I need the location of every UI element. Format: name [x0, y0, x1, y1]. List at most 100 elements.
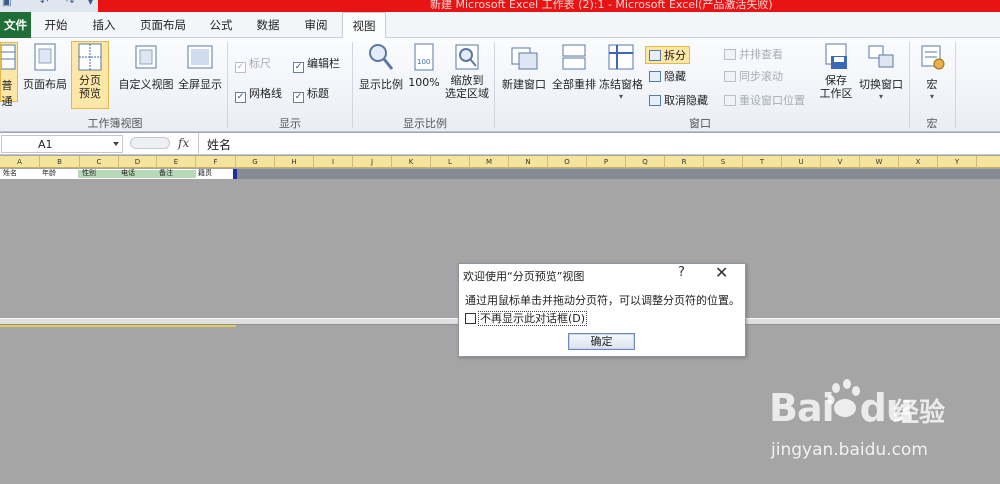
tab-view[interactable]: 视图	[342, 12, 386, 39]
column-header[interactable]: R	[665, 156, 704, 168]
page-break-preview-dialog: 欢迎使用“分页预览”视图 ? ✕ 通过用鼠标单击并拖动分页符，可以调整分页符的位…	[458, 263, 746, 357]
ribbon: 普通 页面布局 分页 预览 自定义视图 全屏显示 工作簿视图 ✓ 标尺 ✓ 编辑栏 …	[0, 38, 1000, 132]
tab-formulas[interactable]: 公式	[203, 12, 239, 38]
column-header[interactable]: G	[236, 156, 275, 168]
column-header[interactable]: L	[431, 156, 470, 168]
formula-bar-checkbox[interactable]: ✓ 编辑栏	[293, 55, 340, 73]
split-button[interactable]: 拆分	[645, 46, 690, 64]
headings-checkbox[interactable]: ✓ 标题	[293, 85, 329, 103]
cell-d1[interactable]: 电话	[121, 168, 135, 178]
name-box[interactable]: A1	[1, 135, 123, 153]
column-header[interactable]: Q	[626, 156, 665, 168]
tab-review[interactable]: 审阅	[298, 12, 334, 38]
synchronous-scrolling-button[interactable]: 同步滚动	[724, 68, 783, 84]
cell-a1[interactable]: 姓名	[3, 168, 17, 178]
zoom-button[interactable]: 显示比例	[356, 42, 406, 102]
title-bar: ▣ ↶ ↷ ▾ 新建 Microsoft Excel 工作表 (2):1 - M…	[0, 0, 1000, 12]
column-header[interactable]: P	[587, 156, 626, 168]
svg-text:100: 100	[417, 58, 430, 66]
normal-view-button[interactable]: 普通	[0, 42, 18, 108]
column-header[interactable]: H	[275, 156, 314, 168]
custom-views-button[interactable]: 自定义视图	[116, 42, 176, 102]
cell-b1[interactable]: 年龄	[42, 168, 56, 178]
reset-position-icon	[724, 95, 736, 106]
reset-window-position-button[interactable]: 重设窗口位置	[724, 92, 805, 108]
zoom-100-button[interactable]: 100 100%	[407, 42, 441, 102]
ribbon-separator	[955, 42, 956, 128]
full-screen-button[interactable]: 全屏显示	[176, 42, 224, 102]
save-workspace-icon	[825, 43, 847, 69]
checkbox-checked-icon: ✓	[235, 92, 246, 103]
redo-icon[interactable]: ↷	[66, 0, 74, 8]
save-icon[interactable]: ▣	[2, 0, 11, 8]
arrange-all-button[interactable]: 全部重排	[549, 42, 599, 102]
tab-file[interactable]: 文件	[0, 12, 31, 38]
insert-function-icon[interactable]: fx	[178, 136, 189, 150]
column-header[interactable]: A	[0, 156, 40, 168]
baidu-paw-icon	[827, 379, 860, 417]
column-header-partial[interactable]	[977, 156, 1000, 168]
macros-button[interactable]: 宏 ▾	[914, 42, 950, 110]
ribbon-tabs: 文件 开始 插入 页面布局 公式 数据 审阅 视图	[0, 12, 1000, 39]
column-header[interactable]: T	[743, 156, 782, 168]
tab-data[interactable]: 数据	[250, 12, 286, 38]
column-header[interactable]: U	[782, 156, 821, 168]
watermark-url: jingyan.baidu.com	[771, 440, 928, 460]
hide-button[interactable]: 隐藏	[649, 68, 686, 84]
column-header[interactable]: E	[157, 156, 196, 168]
column-header[interactable]: D	[119, 156, 157, 168]
group-label-show: 显示	[279, 117, 301, 130]
column-header[interactable]: F	[196, 156, 236, 168]
dialog-message: 通过用鼠标单击并拖动分页符，可以调整分页符的位置。	[465, 294, 740, 307]
tab-home[interactable]: 开始	[38, 12, 74, 38]
column-header[interactable]: V	[821, 156, 860, 168]
non-print-area	[237, 169, 1000, 179]
page-break-preview-button[interactable]: 分页 预览	[71, 41, 109, 109]
column-header[interactable]: C	[80, 156, 119, 168]
formula-input[interactable]: 姓名	[207, 136, 231, 153]
cell-f1[interactable]: 籍贯	[198, 168, 212, 178]
magnifier-icon	[369, 44, 394, 70]
ribbon-separator	[494, 42, 495, 128]
column-header[interactable]: Y	[938, 156, 977, 168]
column-header[interactable]: S	[704, 156, 743, 168]
column-header[interactable]: O	[548, 156, 587, 168]
zoom-to-selection-button[interactable]: 缩放到 选定区域	[443, 42, 491, 110]
ribbon-separator	[227, 42, 228, 128]
customize-dropdown-icon[interactable]: ▾	[88, 0, 93, 8]
ribbon-separator	[352, 42, 353, 128]
ok-button[interactable]: 确定	[568, 333, 635, 350]
view-side-by-side-button[interactable]: 并排查看	[724, 46, 783, 62]
column-header[interactable]: B	[40, 156, 80, 168]
column-header[interactable]: W	[860, 156, 899, 168]
column-header[interactable]: X	[899, 156, 938, 168]
unhide-button[interactable]: 取消隐藏	[649, 92, 708, 108]
quick-access-toolbar: ▣ ↶ ↷ ▾	[0, 0, 98, 12]
gridlines-checkbox[interactable]: ✓ 网格线	[235, 85, 282, 103]
freeze-panes-button[interactable]: 冻结窗格 ▾	[598, 42, 644, 110]
switch-windows-icon	[868, 45, 894, 68]
column-header[interactable]: K	[392, 156, 431, 168]
tab-page-layout[interactable]: 页面布局	[134, 12, 192, 38]
save-workspace-button[interactable]: 保存 工作区	[815, 42, 857, 110]
formula-bar-resize-handle[interactable]	[130, 137, 170, 149]
ruler-checkbox[interactable]: ✓ 标尺	[235, 55, 271, 73]
page-layout-view-button[interactable]: 页面布局	[22, 42, 68, 102]
new-window-button[interactable]: 新建窗口	[498, 42, 550, 102]
dont-show-again-checkbox[interactable]: 不再显示此对话框(D)	[465, 310, 588, 326]
zoom-selection-icon	[455, 44, 479, 70]
close-icon[interactable]: ✕	[715, 263, 728, 282]
column-header[interactable]: N	[509, 156, 548, 168]
switch-windows-button[interactable]: 切换窗口 ▾	[857, 42, 905, 110]
name-box-dropdown-icon[interactable]	[113, 142, 119, 146]
help-icon[interactable]: ?	[678, 265, 685, 280]
column-header[interactable]: J	[353, 156, 392, 168]
cell-e1[interactable]: 备注	[159, 168, 173, 178]
column-header[interactable]: I	[314, 156, 353, 168]
undo-icon[interactable]: ↶	[40, 0, 48, 8]
arrange-all-icon	[562, 44, 586, 70]
page-area-strip	[0, 325, 236, 327]
column-header[interactable]: M	[470, 156, 509, 168]
tab-insert[interactable]: 插入	[86, 12, 122, 38]
cell-c1[interactable]: 性别	[82, 168, 96, 178]
